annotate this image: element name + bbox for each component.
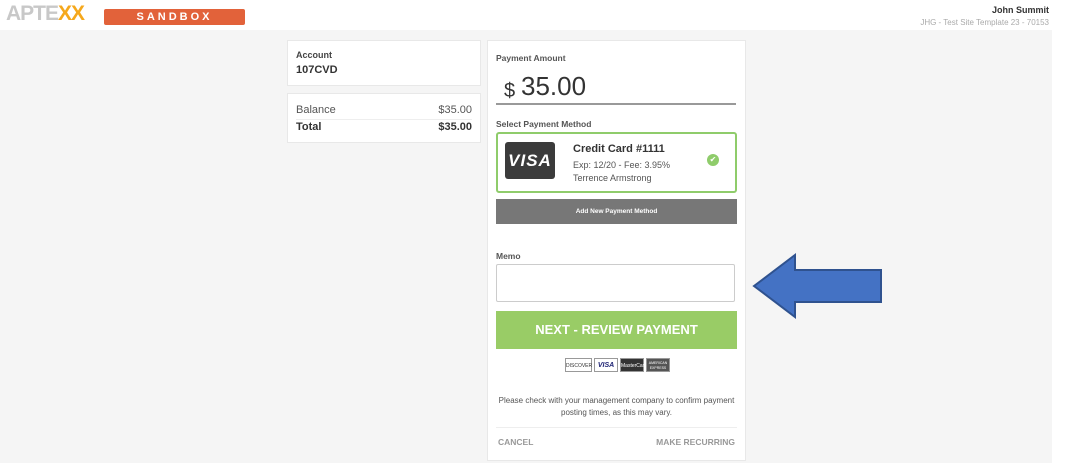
payment-amount-field[interactable]: $ 35.00 <box>496 68 736 105</box>
total-amount: $35.00 <box>438 121 472 133</box>
balance-card: Balance $35.00 Total $35.00 <box>287 93 481 143</box>
arrow-shape <box>752 253 882 319</box>
left-arrow-icon <box>752 253 882 319</box>
discover-card-icon: DISCOVER <box>565 358 592 372</box>
user-name[interactable]: John Summit <box>992 5 1049 15</box>
next-review-payment-button[interactable]: NEXT - REVIEW PAYMENT <box>496 311 737 349</box>
make-recurring-link[interactable]: MAKE RECURRING <box>656 437 735 447</box>
logo-accent-text: XX <box>58 2 85 25</box>
aptexx-logo[interactable]: APTEXX <box>6 2 85 26</box>
account-value: 107CVD <box>296 64 338 76</box>
amex-card-icon: AMERICAN EXPRESS <box>646 358 670 372</box>
total-row: Total $35.00 <box>296 121 472 133</box>
visa-card-icon: VISA <box>505 142 555 179</box>
sandbox-badge: SANDBOX <box>104 9 245 25</box>
memo-input[interactable] <box>496 264 735 302</box>
posting-notice: Please check with your management compan… <box>498 396 735 417</box>
visa-card-icon: VISA <box>594 358 618 372</box>
balance-row: Balance $35.00 <box>296 104 472 120</box>
balance-label: Balance <box>296 104 336 116</box>
check-icon: ✔ <box>707 154 719 166</box>
credit-card-title: Credit Card #1111 <box>573 143 665 155</box>
memo-label: Memo <box>496 251 521 261</box>
payment-card: Payment Amount $ 35.00 Select Payment Me… <box>487 40 746 461</box>
credit-card-holder: Terrence Armstrong <box>573 173 652 183</box>
credit-card-option[interactable]: VISA Credit Card #1111 Exp: 12/20 - Fee:… <box>496 132 737 193</box>
cancel-link[interactable]: CANCEL <box>498 437 533 447</box>
balance-amount: $35.00 <box>438 104 472 116</box>
mastercard-card-icon: MasterCard <box>620 358 647 372</box>
user-site: JHG - Test Site Template 23 - 70153 <box>920 18 1049 27</box>
select-payment-method-label: Select Payment Method <box>496 119 592 129</box>
footer-divider <box>496 427 737 428</box>
add-payment-method-button[interactable]: Add New Payment Method <box>496 199 737 224</box>
logo-main-text: APTE <box>6 2 59 25</box>
payment-amount-label: Payment Amount <box>496 53 566 63</box>
credit-card-exp-fee: Exp: 12/20 - Fee: 3.95% <box>573 160 671 170</box>
payment-amount-value[interactable]: 35.00 <box>521 71 586 102</box>
account-label: Account <box>296 50 332 60</box>
top-bar: APTEXX SANDBOX John Summit JHG - Test Si… <box>0 0 1069 30</box>
currency-symbol: $ <box>504 80 516 102</box>
account-card: Account 107CVD <box>287 40 481 86</box>
total-label: Total <box>296 121 322 133</box>
